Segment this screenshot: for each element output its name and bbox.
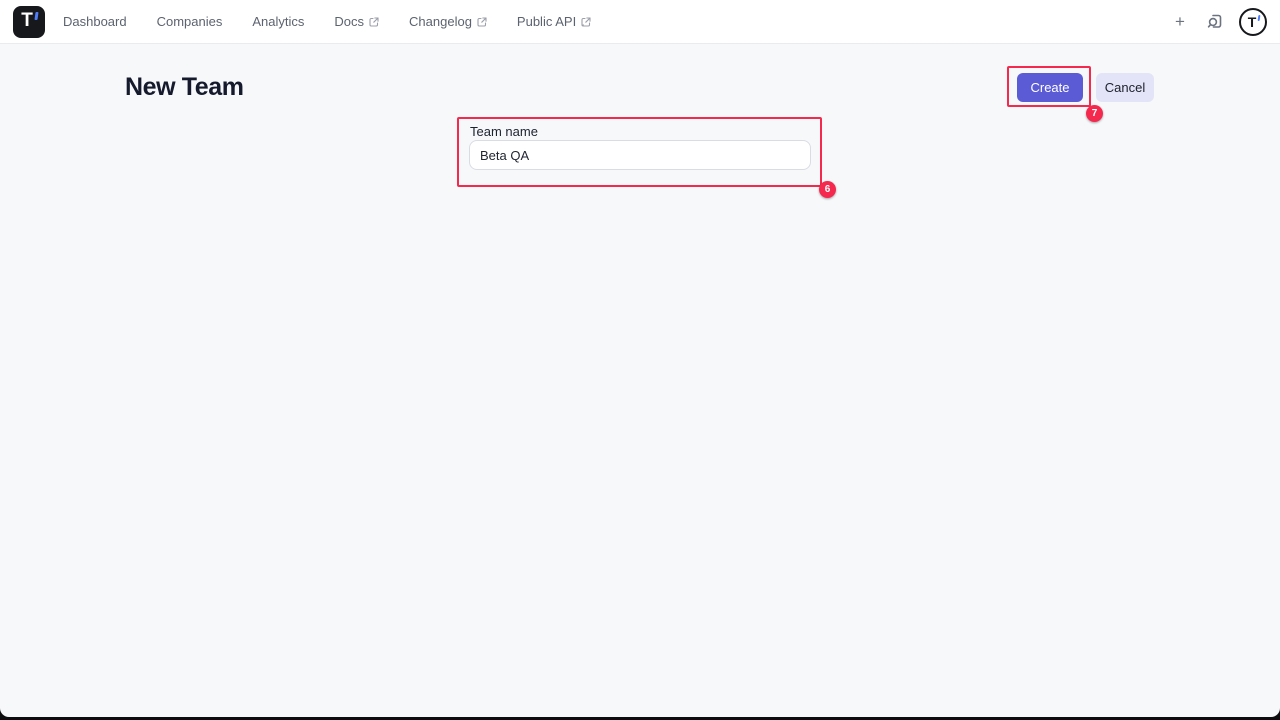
create-button[interactable]: Create [1017, 73, 1083, 102]
team-name-input[interactable] [469, 140, 811, 170]
nav-items: Dashboard Companies Analytics Docs [63, 0, 591, 44]
app-window: T Dashboard Companies Analytics Docs [0, 0, 1280, 717]
top-navigation: T Dashboard Companies Analytics Docs [0, 0, 1280, 44]
team-name-label: Team name [470, 124, 538, 140]
avatar-letter: T [1248, 15, 1257, 29]
nav-item-label: Docs [334, 0, 364, 44]
nav-item-label: Companies [157, 0, 223, 44]
nav-item-label: Public API [517, 0, 576, 44]
nav-item-label: Analytics [252, 0, 304, 44]
annotation-badge-6: 6 [819, 181, 836, 198]
nav-item-analytics[interactable]: Analytics [252, 0, 304, 44]
app-logo[interactable]: T [13, 6, 45, 38]
nav-item-label: Dashboard [63, 0, 127, 44]
screenshot-viewport: T Dashboard Companies Analytics Docs [0, 0, 1280, 720]
nav-item-dashboard[interactable]: Dashboard [63, 0, 127, 44]
external-link-icon [369, 17, 379, 27]
external-link-icon [477, 17, 487, 27]
logo-accent-mark [1258, 15, 1261, 21]
nav-right-actions: + T [1170, 8, 1267, 36]
logo-accent-mark [34, 12, 38, 20]
annotation-badge-7: 7 [1086, 105, 1103, 122]
user-avatar[interactable]: T [1239, 8, 1267, 36]
page-title: New Team [125, 72, 244, 102]
nav-item-companies[interactable]: Companies [157, 0, 223, 44]
cancel-button[interactable]: Cancel [1096, 73, 1154, 102]
external-link-icon [581, 17, 591, 27]
nav-item-public-api[interactable]: Public API [517, 0, 591, 44]
add-button[interactable]: + [1170, 13, 1190, 30]
nav-item-label: Changelog [409, 0, 472, 44]
nav-item-docs[interactable]: Docs [334, 0, 379, 44]
logo-letter: T [21, 11, 33, 30]
search-docs-icon[interactable] [1205, 12, 1224, 31]
nav-item-changelog[interactable]: Changelog [409, 0, 487, 44]
